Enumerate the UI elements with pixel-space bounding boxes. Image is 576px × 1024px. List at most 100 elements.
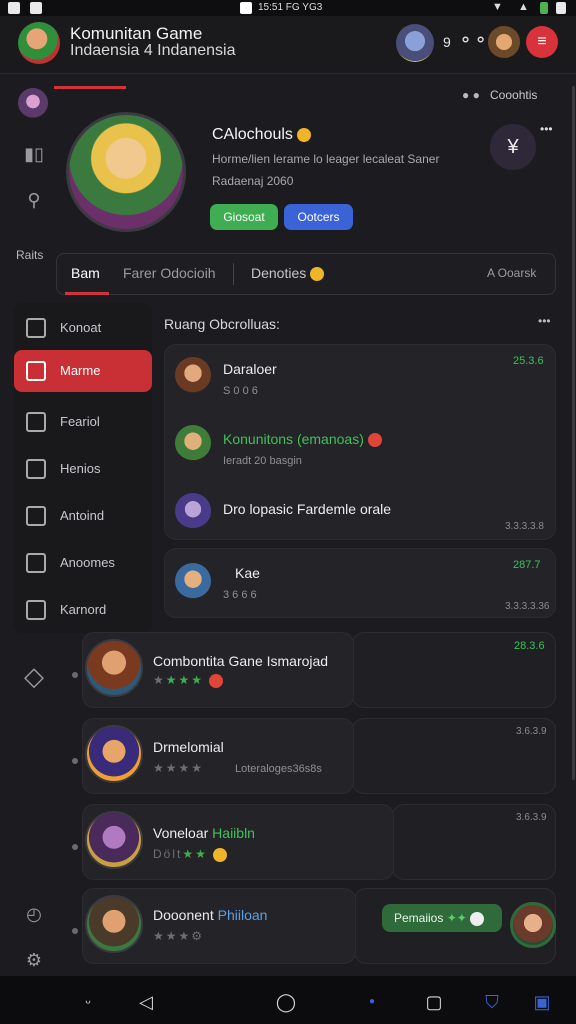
feed-title[interactable]: Dooonent Phiiloan [153,907,267,923]
shield-icon[interactable]: ⛉ [480,990,504,1014]
settings-icon[interactable]: ⚙ [22,948,46,972]
timer-icon[interactable]: ◴ [22,902,46,926]
profile-avatar[interactable] [66,112,186,232]
notification-icon [8,2,20,14]
system-nav-bar: ᵕ ◁ ◯ ● ▢ ⛉ ▣ [0,976,576,1024]
feed-value: 28.3.6 [514,640,545,652]
tab-0[interactable]: Bam [71,265,100,281]
profile-more-icon[interactable]: ••• [540,122,553,136]
feed-item[interactable]: Dooonent Phiiloan ★★★⚙ [82,888,356,964]
reaction-label: Pemaiios [394,911,444,925]
home-button-icon[interactable]: ◯ [274,990,298,1014]
menu-item-3[interactable]: Henios [14,448,152,490]
menu-icon[interactable]: ≡ [526,26,558,58]
row-sub: Ieradt 20 basgin [223,455,302,467]
menu-item-6[interactable]: Karnord [14,589,152,631]
image-icon [26,361,46,381]
lock-icon [240,2,252,14]
assistant-icon[interactable]: ᵕ [76,990,100,1014]
feed-avatar[interactable] [85,639,143,697]
conversation-card: Kae 3 6 6 6 287.7 3.3.3.3.36 [164,548,556,618]
rail-avatar[interactable] [18,88,48,118]
more-label[interactable]: Cooohtis [490,88,537,102]
menu-item-0[interactable]: Konoat [14,307,152,349]
feed-value: 3.6.3.9 [516,812,547,823]
bookmark-icon[interactable]: ▮▯ [22,142,46,166]
profile-bio: Horme/lien lerame lo leager lecaleat San… [212,152,440,166]
row-title[interactable]: Dro lopasic Fardemle orale [223,501,391,517]
tab-3[interactable]: A Ooarsk [487,266,536,280]
row-avatar[interactable] [175,425,211,461]
sparkle-icon: ✦✦ [446,911,467,925]
menu-item-1[interactable]: Marme [14,350,152,392]
menu-label: Antoind [60,508,105,523]
feed-avatar[interactable] [85,725,143,783]
row-avatar[interactable] [175,357,211,393]
group-icon[interactable]: ⚬⚬ [458,30,488,51]
diamond-icon[interactable]: ◇ [22,663,46,689]
status-bar: 15:51 FG YG3 ▼ ▲ [0,0,576,16]
menu-label: Karnord [60,602,107,617]
more-dots-icon[interactable]: ● ● [462,88,480,102]
menu-item-2[interactable]: Feariol [14,401,152,443]
tab-divider [233,263,234,285]
home-icon [26,318,46,338]
feed-title[interactable]: Voneloar Haiibln [153,825,255,841]
feed-item[interactable]: Voneloar Haiibln Dölt★★ [82,804,394,880]
menu-label: Konoat [60,320,102,335]
feed-sub: Loteraloges36s8s [235,763,322,775]
row-value: 287.7 [513,559,541,571]
menu-item-4[interactable]: Antoind [14,495,152,537]
user-avatar-1[interactable] [396,24,434,62]
conversation-card: Daraloer S 0 0 6 25.3.6 Konunitons (eman… [164,344,556,540]
back-icon[interactable]: ◁ [134,990,158,1014]
feed-title[interactable]: Combontita Gane Ismarojad [153,653,328,669]
row-avatar[interactable] [175,563,211,599]
device-icon [26,506,46,526]
feed-avatar[interactable] [85,895,143,953]
menu-item-5[interactable]: Anoomes [14,542,152,584]
badge-count: 9 [443,34,451,50]
follow-button[interactable]: Giosoat [210,204,278,230]
profile-name: CAlochouls [212,126,312,144]
row-avatar[interactable] [175,493,211,529]
message-icon [30,2,42,14]
header-tab-indicator [54,86,126,89]
feed-avatar[interactable] [85,811,143,869]
row-value: 25.3.6 [513,355,544,367]
alert-icon [26,600,46,620]
message-button[interactable]: Ootcers [284,204,353,230]
app-subtitle: Indaensia 4 Indanensia [70,42,236,59]
bag-icon [26,553,46,573]
feed-dot [72,844,78,850]
battery-icon [556,2,566,14]
search-icon[interactable]: ⚲ [22,188,46,212]
section-more-icon[interactable]: ••• [538,314,551,328]
tab-active-indicator [65,292,109,295]
row-title[interactable]: Konunitons (emanoas) [223,431,382,448]
row-title[interactable]: Daraloer [223,361,277,377]
row-title[interactable]: Kae [235,565,260,581]
controller-icon [26,459,46,479]
community-avatar[interactable] [18,22,60,64]
app-switch-icon[interactable]: ▣ [530,990,554,1014]
feed-item[interactable]: Drmelomial ★★★★ Loteraloges36s8s [82,718,354,794]
rating-stars: ★★★★ [153,761,205,775]
user-avatar-2[interactable] [488,26,520,58]
scrollbar[interactable] [572,86,575,780]
fab-avatar[interactable] [510,902,556,948]
smile-icon [213,847,228,862]
smile-icon [310,267,325,282]
status-time: 15:51 FG YG3 [258,2,323,13]
feed-title[interactable]: Drmelomial [153,739,224,755]
feed-item[interactable]: Combontita Gane Ismarojad ★★★★ [82,632,354,708]
tab-1[interactable]: Farer Odocioih [123,265,216,281]
menu-label: Marme [60,363,101,378]
recents-icon[interactable]: ▢ [422,990,446,1014]
pin-icon[interactable]: ¥ [490,124,536,170]
rating-stars: ★★★★ [153,673,224,688]
angry-emoji-icon [209,673,224,688]
tab-2[interactable]: Denoties [251,265,325,282]
indicator-dot-icon: ● [368,996,376,1007]
reaction-button[interactable]: Pemaiios ✦✦ [382,904,502,932]
